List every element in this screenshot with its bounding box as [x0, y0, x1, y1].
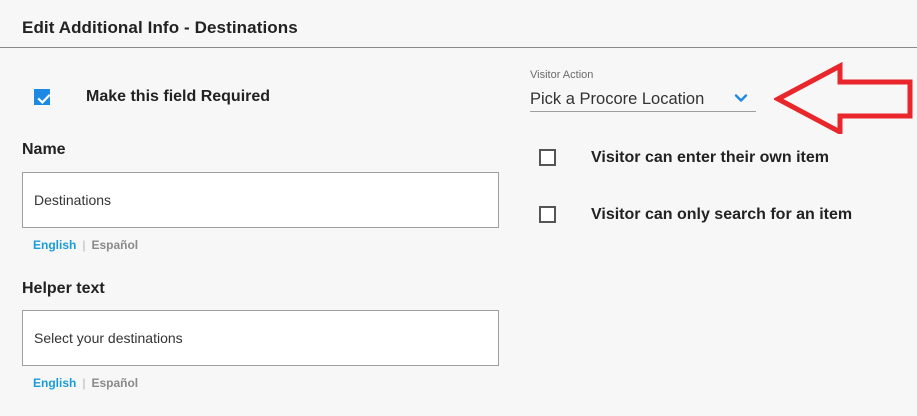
visitor-action-caption: Visitor Action — [530, 69, 594, 81]
edit-additional-info-page: Edit Additional Info - Destinations Make… — [0, 0, 917, 416]
page-title: Edit Additional Info - Destinations — [22, 18, 298, 37]
name-lang-spanish[interactable]: Español — [91, 238, 138, 252]
visitor-action-select[interactable]: Pick a Procore Location — [530, 86, 756, 112]
option-enter-own-item-label: Visitor can enter their own item — [591, 149, 829, 166]
name-label: Name — [22, 141, 66, 158]
option-search-only-label: Visitor can only search for an item — [591, 206, 853, 223]
check-icon — [37, 94, 51, 104]
option-enter-own-item-checkbox[interactable] — [539, 149, 556, 166]
required-label: Make this field Required — [86, 88, 271, 105]
chevron-down-icon — [734, 94, 748, 102]
left-arrow-icon — [774, 62, 913, 134]
helper-lang-english[interactable]: English — [33, 376, 76, 390]
name-language-switcher: English | Español — [33, 238, 138, 252]
name-lang-separator: | — [82, 238, 86, 252]
visitor-action-value: Pick a Procore Location — [530, 90, 705, 108]
helper-lang-spanish[interactable]: Español — [91, 376, 138, 390]
header-divider — [0, 47, 917, 48]
helper-lang-separator: | — [82, 376, 86, 390]
option-search-only-checkbox[interactable] — [539, 206, 556, 223]
name-input[interactable]: Destinations — [22, 172, 499, 228]
helper-text-label: Helper text — [22, 280, 105, 297]
name-lang-english[interactable]: English — [33, 238, 76, 252]
helper-language-switcher: English | Español — [33, 376, 138, 390]
helper-text-input[interactable]: Select your destinations — [22, 310, 499, 366]
required-checkbox[interactable] — [34, 89, 51, 105]
